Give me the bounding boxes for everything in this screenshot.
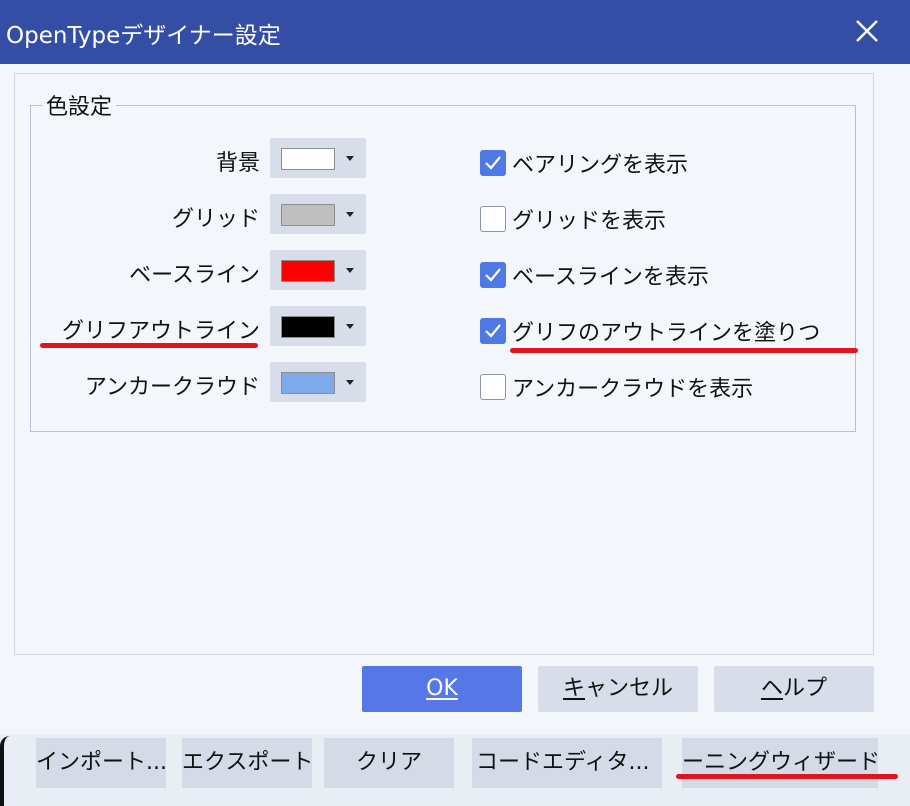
dropdown-arrow-icon: [346, 380, 354, 385]
group-legend: 色設定: [42, 89, 117, 121]
grid-color-picker[interactable]: [270, 194, 366, 234]
close-icon: [856, 20, 878, 42]
kerning-wizard-button[interactable]: ーニングウィザード: [682, 738, 878, 788]
show-anchor-cloud-label: アンカークラウドを表示: [512, 377, 754, 402]
dropdown-arrow-icon: [346, 156, 354, 161]
annotation-underline: [510, 348, 858, 353]
ok-button[interactable]: OK: [362, 666, 522, 712]
help-button[interactable]: ヘルプ: [714, 666, 874, 712]
code-editor-label: コードエディタ...: [476, 750, 650, 775]
fill-glyph-outline-label: グリフのアウトラインを塗りつ: [512, 321, 821, 346]
window-title: OpenTypeデザイナー設定: [6, 23, 281, 49]
title-bar: OpenTypeデザイナー設定: [0, 0, 910, 64]
anchor-cloud-color-picker[interactable]: [270, 362, 366, 402]
color-swatch: [281, 204, 335, 226]
close-button[interactable]: [850, 14, 884, 48]
glyph-outline-color-picker[interactable]: [270, 306, 366, 346]
show-anchor-cloud-checkbox[interactable]: [480, 374, 506, 400]
show-baseline-label: ベースラインを表示: [512, 265, 709, 290]
show-baseline-checkbox[interactable]: [480, 262, 506, 288]
show-grid-label: グリッドを表示: [512, 209, 667, 234]
annotation-underline: [40, 343, 258, 348]
help-label: ルプ: [783, 676, 828, 701]
checkmark-icon: [485, 324, 501, 338]
fill-glyph-outline-checkbox[interactable]: [480, 318, 506, 344]
color-swatch: [281, 372, 335, 394]
code-editor-button[interactable]: コードエディタ...: [472, 738, 662, 788]
show-bearings-checkbox[interactable]: [480, 150, 506, 176]
clear-label: クリア: [355, 750, 422, 775]
annotation-underline: [676, 774, 898, 779]
row-label-background: 背景: [215, 151, 260, 176]
help-mnemonic: ヘ: [760, 676, 783, 701]
background-color-picker[interactable]: [270, 138, 366, 178]
cancel-button[interactable]: キャンセル: [538, 666, 698, 712]
show-grid-checkbox[interactable]: [480, 206, 506, 232]
row-label-baseline: ベースライン: [129, 263, 260, 288]
dropdown-arrow-icon: [346, 212, 354, 217]
export-label: エクスポート: [182, 750, 312, 775]
show-bearings-label: ベアリングを表示: [512, 153, 689, 178]
clear-button[interactable]: クリア: [324, 738, 454, 788]
kerning-wizard-label: ーニングウィザード: [682, 750, 878, 775]
row-label-grid: グリッド: [171, 207, 260, 232]
checkmark-icon: [485, 268, 501, 282]
row-label-glyph-outline: グリフアウトライン: [61, 319, 260, 344]
import-label: インポート...: [36, 750, 166, 775]
fill-glyph-outline-label-clip: グリフのアウトラインを塗りつ: [512, 315, 838, 347]
dropdown-arrow-icon: [346, 268, 354, 273]
settings-dialog: OpenTypeデザイナー設定 色設定 背景 グリッド ベースライン グリフアウ…: [0, 0, 910, 734]
cancel-label: ャンセル: [585, 676, 674, 701]
dropdown-arrow-icon: [346, 324, 354, 329]
color-swatch: [281, 148, 335, 170]
checkmark-icon: [485, 156, 501, 170]
row-label-anchor-cloud: アンカークラウド: [84, 375, 260, 400]
color-swatch: [281, 260, 335, 282]
import-button[interactable]: インポート...: [36, 738, 166, 788]
cancel-mnemonic: キ: [562, 676, 585, 701]
export-button[interactable]: エクスポート: [182, 738, 312, 788]
ok-label: OK: [426, 676, 458, 701]
window-edge: [0, 736, 16, 806]
baseline-color-picker[interactable]: [270, 250, 366, 290]
color-swatch: [281, 316, 335, 338]
